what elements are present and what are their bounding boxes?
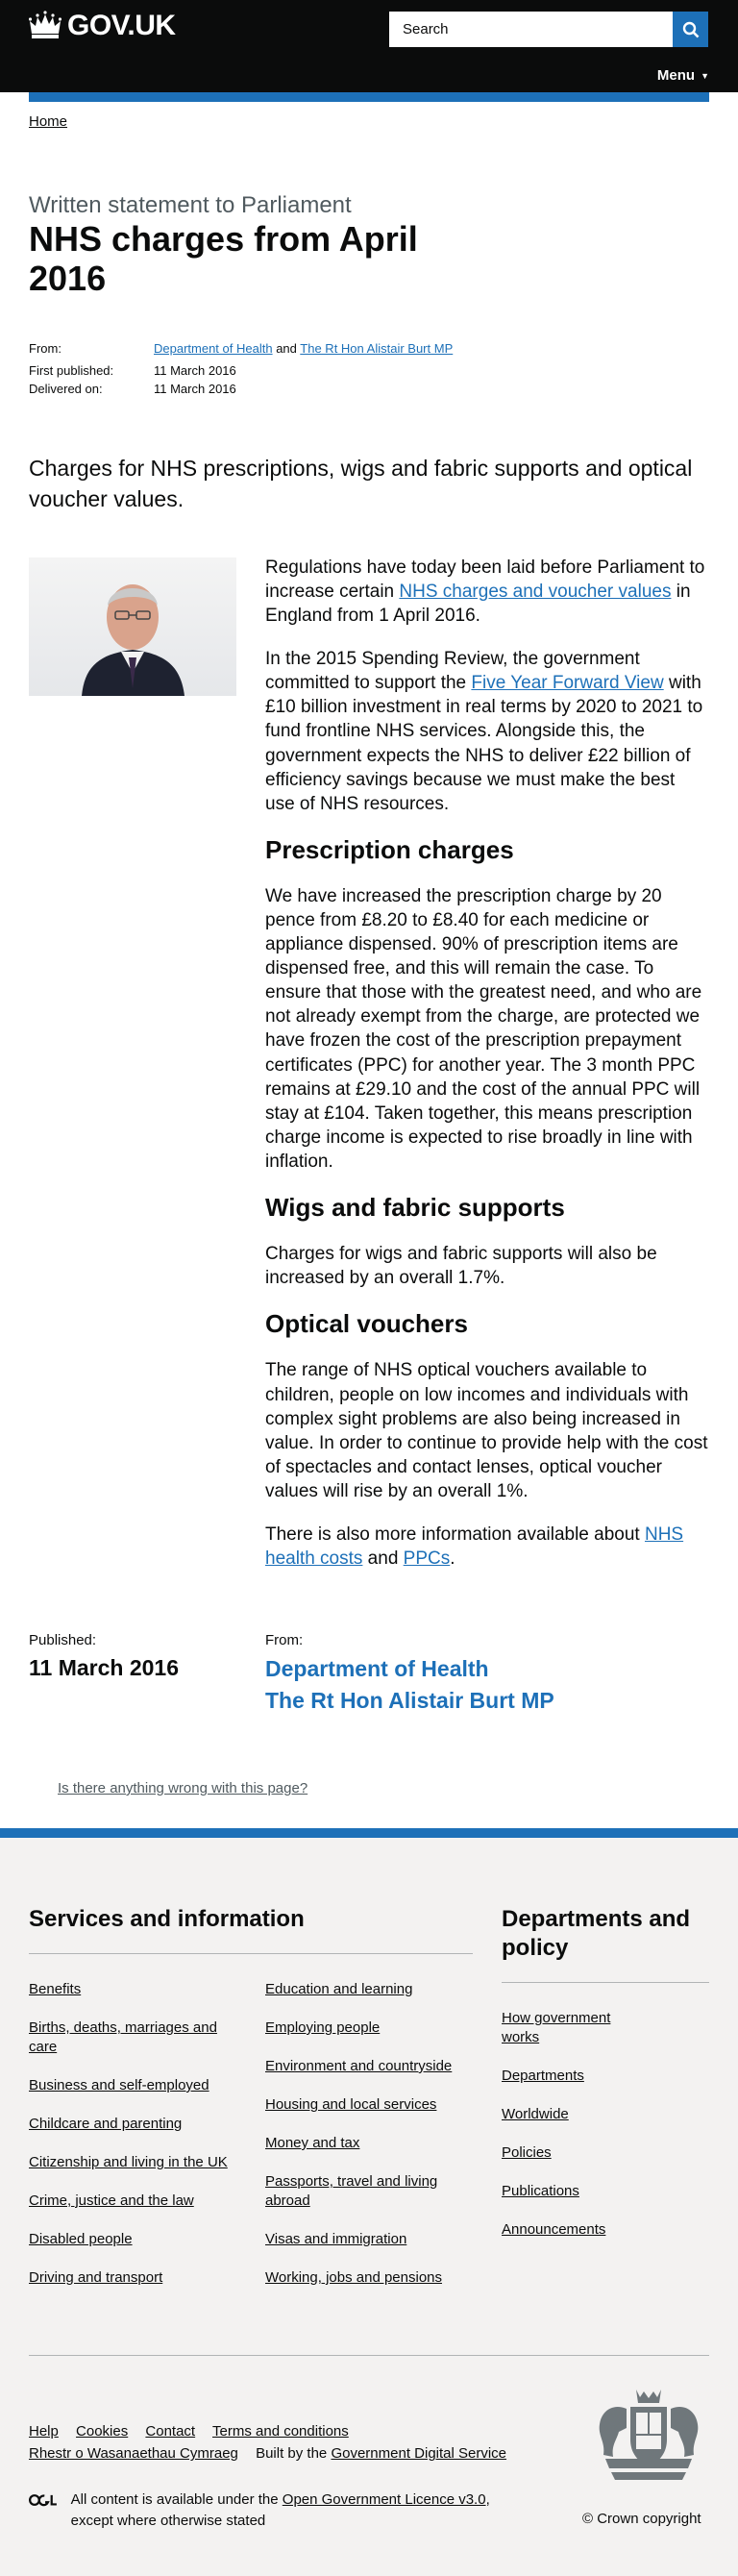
and-text: and bbox=[276, 341, 297, 356]
footer-link[interactable]: Working, jobs and pensions bbox=[265, 2268, 477, 2288]
divider bbox=[502, 1982, 709, 1983]
footer-link[interactable]: Publications bbox=[502, 2182, 713, 2201]
paragraph: Regulations have today been laid before … bbox=[265, 557, 705, 627]
page-context: Written statement to Parliament bbox=[29, 192, 352, 218]
header-accent-bar bbox=[29, 92, 709, 102]
page-description: Charges for NHS prescriptions, wigs and … bbox=[29, 456, 693, 511]
ppcs-link[interactable]: PPCs bbox=[404, 1548, 451, 1569]
terms-link[interactable]: Terms and conditions bbox=[212, 2423, 349, 2440]
five-year-forward-view-link[interactable]: Five Year Forward View bbox=[471, 673, 663, 693]
from-label-bottom: From: bbox=[265, 1632, 304, 1648]
crown-copyright: © Crown copyright bbox=[582, 2511, 701, 2527]
published-label: Published: bbox=[29, 1632, 97, 1648]
org-link-department-of-health-bottom[interactable]: Department of Health bbox=[265, 1653, 554, 1685]
delivered-date: 11 March 2016 bbox=[154, 381, 236, 396]
footer-link[interactable]: Worldwide bbox=[502, 2105, 713, 2124]
footer-link[interactable]: Births, deaths, marriages and care bbox=[29, 2019, 240, 2056]
footer-link[interactable]: Policies bbox=[502, 2143, 713, 2163]
footer-link[interactable]: Environment and countryside bbox=[265, 2057, 477, 2076]
gds-link[interactable]: Government Digital Service bbox=[331, 2445, 506, 2462]
paragraph: Charges for wigs and fabric supports wil… bbox=[265, 1244, 657, 1289]
crown-icon bbox=[29, 11, 62, 38]
paragraph: We have increased the prescription charg… bbox=[265, 885, 702, 1172]
article-body: Regulations have today been laid before … bbox=[265, 556, 709, 1590]
licence-text: All content is available under the Open … bbox=[70, 2491, 490, 2529]
cookies-link[interactable]: Cookies bbox=[76, 2423, 128, 2440]
site-footer: Services and information Benefits Births… bbox=[0, 1828, 738, 2576]
breadcrumb: Home bbox=[29, 113, 67, 130]
section-heading-wigs: Wigs and fabric supports bbox=[265, 1192, 565, 1222]
divider bbox=[29, 1953, 473, 1954]
divider bbox=[29, 2355, 709, 2356]
logo-text: GOV.UK bbox=[67, 10, 176, 41]
footer-link[interactable]: Disabled people bbox=[29, 2230, 240, 2249]
caret-down-icon: ▼ bbox=[701, 70, 709, 81]
footer-link[interactable]: Housing and local services bbox=[265, 2095, 477, 2115]
nhs-charges-link[interactable]: NHS charges and voucher values bbox=[399, 582, 671, 602]
footer-link[interactable]: How government works bbox=[502, 2009, 636, 2046]
from-label: From: bbox=[29, 341, 62, 356]
footer-link[interactable]: Driving and transport bbox=[29, 2268, 240, 2288]
services-heading: Services and information bbox=[29, 1906, 305, 1932]
help-link[interactable]: Help bbox=[29, 2423, 59, 2440]
first-published-label: First published: bbox=[29, 362, 114, 378]
minister-portrait-image bbox=[82, 584, 184, 696]
paragraph: In the 2015 Spending Review, the governm… bbox=[265, 649, 703, 814]
org-link-alistair-burt[interactable]: The Rt Hon Alistair Burt MP bbox=[300, 341, 453, 356]
ogl-link[interactable]: Open Government Licence v3.0 bbox=[283, 2491, 486, 2508]
royal-coat-of-arms-icon bbox=[599, 2390, 699, 2480]
menu-label: Menu bbox=[656, 67, 696, 84]
footer-link[interactable]: Departments bbox=[502, 2067, 713, 2086]
licence-row: All content is available under the Open … bbox=[29, 2489, 529, 2532]
menu-toggle-button[interactable]: Menu ▼ bbox=[657, 67, 709, 84]
footer-link[interactable]: Benefits bbox=[29, 1980, 240, 1999]
welsh-services-link[interactable]: Rhestr o Wasanaethau Cymraeg bbox=[29, 2445, 238, 2462]
ogl-logo-icon bbox=[29, 2494, 57, 2507]
search-form bbox=[389, 12, 708, 47]
footer-link[interactable]: Business and self-employed bbox=[29, 2076, 240, 2095]
govuk-logo-link[interactable]: GOV.UK bbox=[29, 10, 176, 42]
from-organisations: Department of Health The Rt Hon Alistair… bbox=[265, 1653, 554, 1718]
footer-link[interactable]: Employing people bbox=[265, 2019, 477, 2038]
search-input[interactable] bbox=[389, 12, 673, 47]
footer-link[interactable]: Education and learning bbox=[265, 1980, 477, 1999]
org-link-alistair-burt-bottom[interactable]: The Rt Hon Alistair Burt MP bbox=[265, 1685, 554, 1717]
footer-link[interactable]: Citizenship and living in the UK bbox=[29, 2153, 240, 2172]
footer-link[interactable]: Announcements bbox=[502, 2220, 713, 2240]
site-header: GOV.UK Menu ▼ bbox=[0, 0, 738, 92]
search-icon bbox=[682, 21, 699, 37]
paragraph: The range of NHS optical vouchers availa… bbox=[265, 1360, 708, 1501]
publication-metadata: From: Department of Health and The Rt Ho… bbox=[29, 340, 480, 399]
org-link-department-of-health[interactable]: Department of Health bbox=[154, 341, 273, 356]
first-published-date: 11 March 2016 bbox=[154, 362, 236, 378]
footer-link[interactable]: Visas and immigration bbox=[265, 2230, 477, 2249]
section-heading-optical: Optical vouchers bbox=[265, 1309, 468, 1339]
paragraph: There is also more information available… bbox=[265, 1523, 684, 1569]
footer-link[interactable]: Crime, justice and the law bbox=[29, 2192, 240, 2211]
minister-photo bbox=[29, 557, 236, 696]
page-title: NHS charges from April 2016 bbox=[29, 219, 418, 299]
published-date: 11 March 2016 bbox=[29, 1655, 180, 1680]
built-by-text: Built by the bbox=[256, 2445, 332, 2463]
section-heading-prescription: Prescription charges bbox=[265, 834, 514, 864]
footer-link[interactable]: Childcare and parenting bbox=[29, 2115, 240, 2134]
footer-link[interactable]: Passports, travel and living abroad bbox=[265, 2172, 477, 2210]
report-problem-link[interactable]: Is there anything wrong with this page? bbox=[58, 1780, 308, 1796]
departments-heading: Departments and policy bbox=[502, 1906, 691, 1961]
delivered-label: Delivered on: bbox=[29, 381, 103, 396]
footer-link[interactable]: Money and tax bbox=[265, 2134, 477, 2153]
breadcrumb-home-link[interactable]: Home bbox=[29, 113, 67, 130]
footer-meta-links: Help Cookies Contact Terms and condition… bbox=[29, 2420, 506, 2465]
search-button[interactable] bbox=[673, 12, 708, 47]
contact-link[interactable]: Contact bbox=[145, 2423, 195, 2440]
